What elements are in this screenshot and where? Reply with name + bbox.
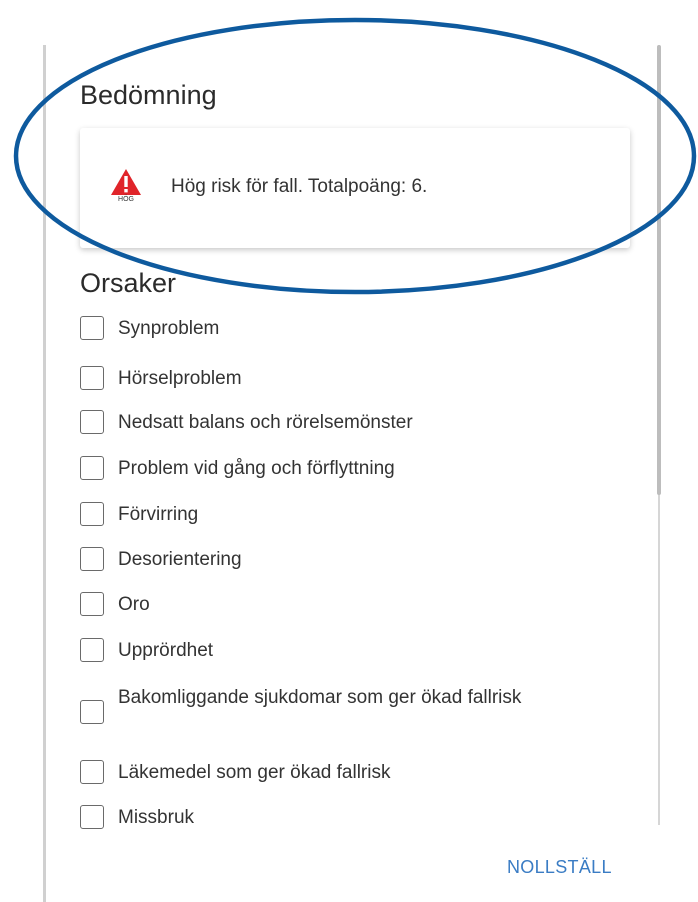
cause-checkbox[interactable]	[80, 366, 104, 390]
cause-item-oro[interactable]: Oro	[80, 590, 640, 620]
risk-message: Hög risk för fall. Totalpoäng: 6.	[171, 176, 428, 197]
risk-level-label: HÖG	[118, 196, 134, 203]
assessment-heading: Bedömning	[80, 80, 217, 110]
cause-label: Nedsatt balans och rörelsemönster	[118, 412, 413, 433]
warning-triangle-icon: HÖG	[110, 168, 142, 204]
cause-item-bakomliggande-sjukdomar[interactable]: Bakomliggande sjukdomar som ger ökad fal…	[80, 687, 640, 742]
cause-item-forvirring[interactable]: Förvirring	[80, 500, 640, 530]
cause-item-upprordhet[interactable]: Upprördhet	[80, 636, 640, 666]
scrollbar-thumb[interactable]	[657, 45, 661, 495]
cause-item-horselproblem[interactable]: Hörselproblem	[80, 364, 640, 394]
cause-checkbox[interactable]	[80, 592, 104, 616]
cause-checkbox[interactable]	[80, 805, 104, 829]
cause-label: Läkemedel som ger ökad fallrisk	[118, 762, 391, 783]
cause-label: Synproblem	[118, 318, 220, 339]
cause-checkbox[interactable]	[80, 638, 104, 662]
cause-checkbox[interactable]	[80, 760, 104, 784]
cause-checkbox[interactable]	[80, 410, 104, 434]
cause-checkbox[interactable]	[80, 316, 104, 340]
panel-left-border	[43, 45, 46, 902]
cause-label: Problem vid gång och förflyttning	[118, 458, 395, 479]
cause-item-lakemedel[interactable]: Läkemedel som ger ökad fallrisk	[80, 758, 640, 788]
cause-checkbox[interactable]	[80, 502, 104, 526]
reset-button[interactable]: NOLLSTÄLL	[507, 857, 612, 878]
cause-label: Upprördhet	[118, 640, 214, 661]
cause-label: Oro	[118, 594, 150, 615]
cause-label: Missbruk	[118, 807, 195, 828]
cause-label: Hörselproblem	[118, 368, 242, 389]
cause-checkbox[interactable]	[80, 700, 104, 724]
cause-item-missbruk[interactable]: Missbruk	[80, 803, 640, 833]
risk-assessment-card: HÖG Hög risk för fall. Totalpoäng: 6.	[80, 128, 630, 248]
cause-item-nedsatt-balans[interactable]: Nedsatt balans och rörelsemönster	[80, 408, 640, 438]
cause-item-synproblem[interactable]: Synproblem	[80, 314, 640, 344]
cause-label: Bakomliggande sjukdomar som ger ökad fal…	[118, 687, 522, 708]
cause-item-desorientering[interactable]: Desorientering	[80, 545, 640, 575]
cause-label: Desorientering	[118, 549, 242, 570]
cause-checkbox[interactable]	[80, 456, 104, 480]
causes-heading: Orsaker	[80, 268, 177, 298]
cause-item-gang-forflyttning[interactable]: Problem vid gång och förflyttning	[80, 454, 640, 484]
cause-label: Förvirring	[118, 504, 199, 525]
cause-checkbox[interactable]	[80, 547, 104, 571]
